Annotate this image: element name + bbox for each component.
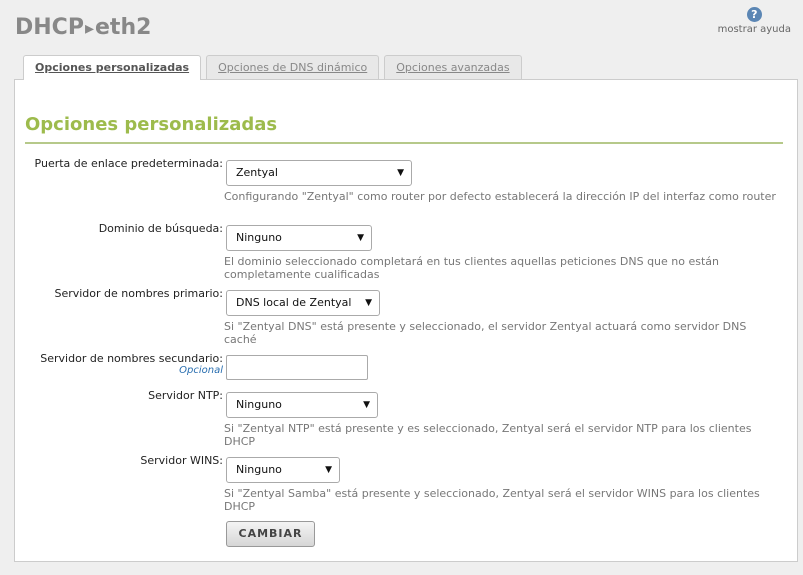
search-domain-select[interactable]: Ninguno ▼ (226, 225, 372, 251)
tab-advanced-options[interactable]: Opciones avanzadas (384, 55, 522, 79)
help-icon: ? (746, 7, 762, 22)
ntp-select[interactable]: Ninguno ▼ (226, 392, 378, 418)
wins-label: Servidor WINS: (140, 454, 223, 467)
section-divider (25, 142, 783, 144)
secondary-ns-label-group: Servidor de nombres secundario: Opcional (40, 352, 223, 376)
wins-value: Ninguno (236, 463, 282, 476)
ntp-label: Servidor NTP: (148, 389, 223, 402)
ntp-hint: Si "Zentyal NTP" está presente y es sele… (224, 422, 752, 448)
optional-label: Opcional (179, 365, 223, 376)
page-title: DHCP▸eth2 (15, 15, 151, 40)
wins-select[interactable]: Ninguno ▼ (226, 457, 340, 483)
gateway-label: Puerta de enlace predeterminada: (34, 157, 223, 170)
chevron-down-icon: ▼ (397, 168, 404, 178)
tab-bar: Opciones personalizadas Opciones de DNS … (23, 55, 522, 80)
secondary-ns-label: Servidor de nombres secundario: (40, 352, 223, 365)
chevron-down-icon: ▼ (363, 400, 370, 410)
change-button[interactable]: CAMBIAR (226, 521, 315, 547)
search-domain-value: Ninguno (236, 231, 282, 244)
primary-ns-value: DNS local de Zentyal (236, 296, 352, 309)
primary-ns-hint: Si "Zentyal DNS" está presente y selecci… (224, 320, 747, 346)
help-label[interactable]: mostrar ayuda (718, 24, 791, 35)
search-domain-label: Dominio de búsqueda: (98, 222, 223, 235)
section-title: Opciones personalizadas (25, 114, 278, 135)
chevron-down-icon: ▼ (365, 298, 372, 308)
tab-dynamic-dns[interactable]: Opciones de DNS dinámico (206, 55, 380, 79)
help-link[interactable]: ? mostrar ayuda (718, 7, 791, 35)
title-module: DHCP (15, 15, 84, 40)
primary-ns-label: Servidor de nombres primario: (54, 287, 223, 300)
wins-hint: Si "Zentyal Samba" está presente y selec… (224, 487, 760, 513)
options-panel: Opciones personalizadas Puerta de enlace… (14, 79, 798, 562)
tab-custom-options[interactable]: Opciones personalizadas (23, 55, 202, 80)
secondary-ns-input[interactable] (226, 355, 368, 380)
chevron-down-icon: ▼ (325, 465, 332, 475)
ntp-value: Ninguno (236, 398, 282, 411)
gateway-value: Zentyal (236, 166, 278, 179)
primary-ns-select[interactable]: DNS local de Zentyal ▼ (226, 290, 380, 316)
chevron-down-icon: ▼ (357, 233, 364, 243)
search-domain-hint: El dominio seleccionado completará en tu… (224, 255, 720, 281)
title-interface: eth2 (95, 15, 152, 40)
breadcrumb-separator-icon: ▸ (84, 18, 94, 39)
gateway-hint: Configurando "Zentyal" como router por d… (224, 190, 776, 203)
gateway-select[interactable]: Zentyal ▼ (226, 160, 412, 186)
